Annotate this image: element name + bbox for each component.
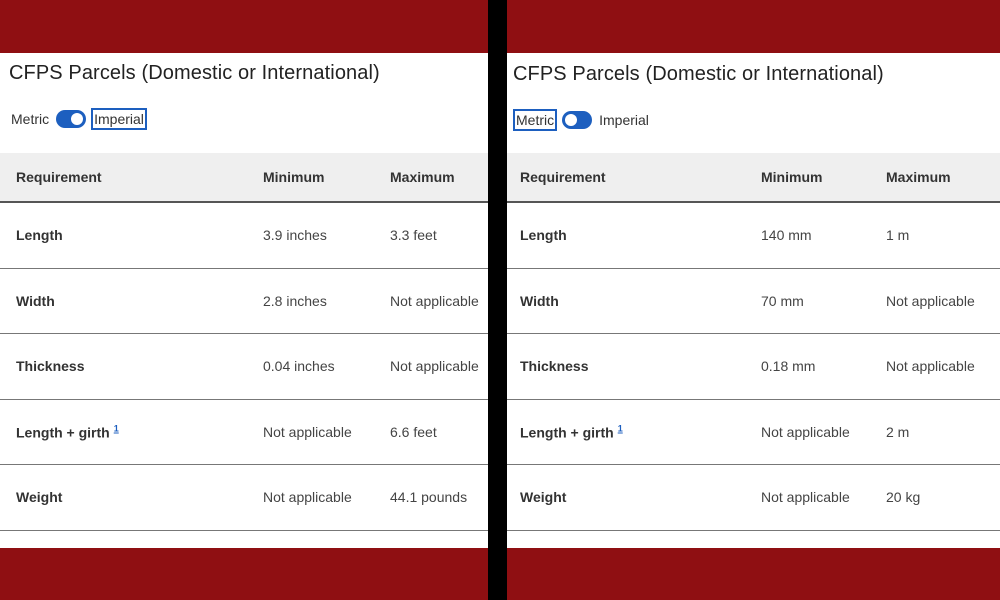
requirement-cell: Length + girth 1 [520, 423, 623, 440]
unit-switch[interactable] [56, 110, 87, 128]
metric-label[interactable]: Metric [513, 109, 558, 131]
minimum-cell: 0.18 mm [761, 358, 816, 375]
table-row: Length 3.9 inches 3.3 feet [0, 203, 488, 269]
minimum-cell: 2.8 inches [263, 292, 327, 309]
maximum-cell: Not applicable [390, 358, 479, 375]
left-panel: CFPS Parcels (Domestic or International)… [0, 0, 488, 600]
requirement-cell: Thickness [16, 358, 85, 375]
maximum-cell: 1 m [886, 227, 910, 244]
minimum-cell: 3.9 inches [263, 227, 327, 244]
requirement-cell: Weight [16, 489, 63, 506]
table-row: Length + girth 1 Not applicable 6.6 feet [0, 400, 488, 465]
imperial-label[interactable]: Imperial [597, 109, 651, 131]
header-maximum: Maximum [886, 169, 951, 185]
table-row: Weight Not applicable 20 kg [507, 465, 1000, 531]
maximum-cell: Not applicable [390, 292, 479, 309]
maximum-cell: 2 m [886, 423, 910, 440]
page-title: CFPS Parcels (Domestic or International) [9, 62, 380, 84]
switch-knob [565, 114, 578, 126]
header-minimum: Minimum [761, 169, 823, 185]
requirement-cell: Length [16, 227, 63, 244]
unit-toggle: Metric Imperial [513, 109, 651, 131]
requirements-table: Requirement Minimum Maximum Length 140 m… [507, 153, 1000, 531]
header-maximum: Maximum [390, 169, 455, 185]
header-minimum: Minimum [263, 169, 325, 185]
table-row: Thickness 0.04 inches Not applicable [0, 334, 488, 400]
requirement-cell: Thickness [520, 358, 589, 375]
table-row: Width 70 mm Not applicable [507, 269, 1000, 334]
right-panel: CFPS Parcels (Domestic or International)… [507, 0, 1000, 600]
requirement-cell: Length [520, 227, 567, 244]
minimum-cell: Not applicable [263, 423, 352, 440]
bottom-brand-band [507, 548, 1000, 600]
requirement-cell: Weight [520, 489, 567, 506]
maximum-cell: 44.1 pounds [390, 489, 468, 506]
page-title: CFPS Parcels (Domestic or International) [513, 63, 884, 85]
metric-label[interactable]: Metric [9, 108, 51, 130]
table-row: Width 2.8 inches Not applicable [0, 269, 488, 334]
requirement-text: Length + girth [16, 424, 110, 441]
minimum-cell: 140 mm [761, 227, 812, 244]
minimum-cell: 0.04 inches [263, 358, 335, 375]
maximum-cell: 20 kg [886, 489, 921, 506]
requirement-cell: Width [520, 292, 559, 309]
maximum-cell: Not applicable [886, 358, 975, 375]
header-requirement: Requirement [520, 169, 606, 185]
footnote-link[interactable]: 1 [618, 423, 623, 433]
footnote-link[interactable]: 1 [114, 423, 119, 433]
table-header: Requirement Minimum Maximum [0, 153, 488, 203]
header-requirement: Requirement [16, 169, 102, 185]
unit-switch[interactable] [562, 111, 593, 129]
minimum-cell: Not applicable [761, 423, 850, 440]
top-brand-band [0, 0, 488, 53]
imperial-label[interactable]: Imperial [91, 108, 147, 130]
table-row: Length 140 mm 1 m [507, 203, 1000, 269]
table-row: Length + girth 1 Not applicable 2 m [507, 400, 1000, 465]
minimum-cell: 70 mm [761, 292, 804, 309]
table-header: Requirement Minimum Maximum [507, 153, 1000, 203]
requirements-table: Requirement Minimum Maximum Length 3.9 i… [0, 153, 488, 531]
table-row: Weight Not applicable 44.1 pounds [0, 465, 488, 531]
minimum-cell: Not applicable [761, 489, 850, 506]
requirement-cell: Length + girth 1 [16, 423, 119, 440]
maximum-cell: 3.3 feet [390, 227, 437, 244]
requirement-cell: Width [16, 292, 55, 309]
requirement-text: Length + girth [520, 424, 614, 441]
minimum-cell: Not applicable [263, 489, 352, 506]
maximum-cell: 6.6 feet [390, 423, 437, 440]
bottom-brand-band [0, 548, 488, 600]
maximum-cell: Not applicable [886, 292, 975, 309]
top-brand-band [507, 0, 1000, 53]
switch-knob [71, 113, 84, 125]
unit-toggle: Metric Imperial [9, 108, 147, 130]
table-row: Thickness 0.18 mm Not applicable [507, 334, 1000, 400]
